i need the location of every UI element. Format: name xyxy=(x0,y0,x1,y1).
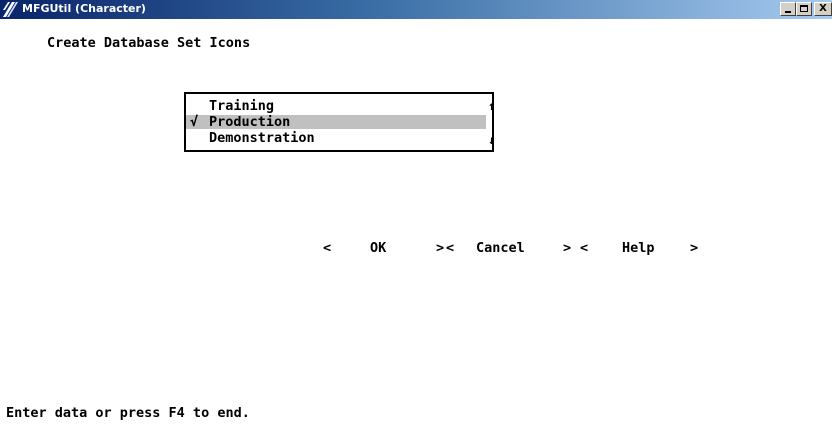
ok-button-right-bracket: > xyxy=(436,240,445,256)
minimize-button[interactable] xyxy=(780,2,796,16)
minimize-icon xyxy=(785,11,791,13)
ok-button-left-bracket: < xyxy=(323,240,332,256)
cancel-button-left-bracket: < xyxy=(446,240,455,256)
list-item-label: Training xyxy=(209,98,275,114)
cancel-button[interactable]: Cancel xyxy=(476,240,525,256)
app-icon xyxy=(3,2,18,17)
screen-heading: Create Database Set Icons xyxy=(47,35,251,51)
cancel-button-right-bracket: > xyxy=(563,240,572,256)
app-window: MFGUtil (Character) X Create Database Se… xyxy=(0,0,832,424)
status-line: Enter data or press F4 to end. xyxy=(6,405,250,421)
help-button-right-bracket: > xyxy=(690,240,699,256)
console-area: Create Database Set Icons Training √ Pro… xyxy=(0,19,832,424)
maximize-icon xyxy=(800,5,808,12)
list-item-label: Demonstration xyxy=(209,130,315,146)
check-mark-icon: √ xyxy=(190,114,199,130)
list-item-training[interactable]: Training xyxy=(186,99,486,113)
help-button-left-bracket: < xyxy=(580,240,589,256)
window-title: MFGUtil (Character) xyxy=(22,2,146,15)
list-item-production[interactable]: √ Production xyxy=(186,115,486,129)
close-button[interactable]: X xyxy=(814,2,832,16)
list-item-demonstration[interactable]: Demonstration xyxy=(186,131,486,145)
close-icon: X xyxy=(819,3,827,14)
maximize-button[interactable] xyxy=(796,2,812,16)
list-item-label: Production xyxy=(209,114,291,130)
scroll-down-arrow-icon[interactable]: ↓ xyxy=(488,134,495,146)
help-button[interactable]: Help xyxy=(622,240,655,256)
title-bar[interactable]: MFGUtil (Character) X xyxy=(0,0,832,19)
database-set-listbox[interactable]: Training √ Production Demonstration ↑ ↓ xyxy=(184,92,495,152)
ok-button[interactable]: OK xyxy=(370,240,386,256)
scroll-up-arrow-icon[interactable]: ↑ xyxy=(488,100,495,112)
